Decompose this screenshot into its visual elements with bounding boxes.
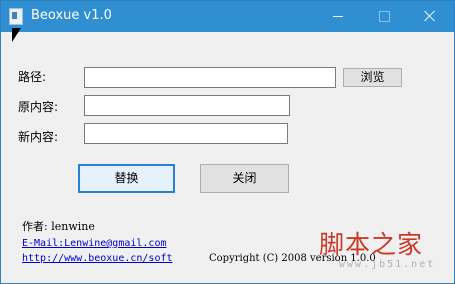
app-window: Beoxue v1.0 路径: 浏览 原内容: 新内容: 替换 关闭 作者: l… (0, 0, 455, 284)
maximize-icon (378, 10, 390, 22)
watermark-logo: 脚本之家 (319, 230, 424, 259)
new-content-label: 新内容: (18, 130, 59, 144)
window-title: Beoxue v1.0 (31, 8, 112, 23)
email-link[interactable]: E-Mail:Lenwine@gmail.com (22, 238, 167, 249)
watermark-url: www.jb51.net (339, 259, 436, 270)
close-window-button[interactable] (407, 1, 453, 32)
browse-button[interactable]: 浏览 (343, 68, 402, 87)
path-label: 路径: (18, 70, 47, 84)
maximize-button[interactable] (361, 1, 407, 32)
app-icon (9, 8, 23, 25)
mouse-cursor-icon (12, 28, 21, 42)
minimize-button[interactable] (315, 1, 361, 32)
original-content-label: 原内容: (18, 100, 59, 114)
title-bar[interactable]: Beoxue v1.0 (1, 1, 454, 32)
website-link[interactable]: http://www.beoxue.cn/soft (22, 253, 173, 264)
new-content-input[interactable] (84, 123, 288, 144)
minimize-icon (333, 15, 343, 17)
close-icon (424, 10, 436, 22)
replace-button[interactable]: 替换 (78, 164, 175, 193)
original-content-input[interactable] (84, 95, 290, 116)
author-text: 作者: lenwine (22, 220, 95, 233)
close-button[interactable]: 关闭 (200, 164, 289, 193)
path-input[interactable] (84, 67, 336, 88)
